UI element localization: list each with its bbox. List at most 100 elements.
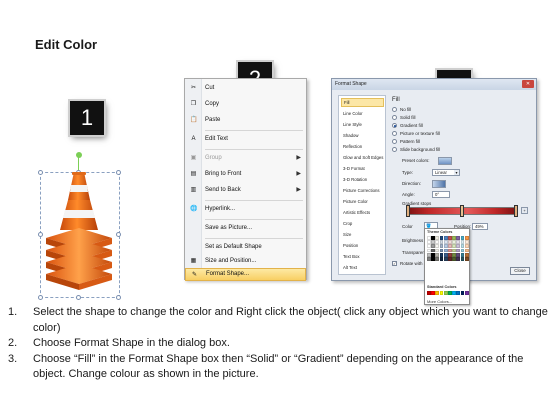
nav-item-reflection[interactable]: Reflection <box>341 142 384 151</box>
no-fill-radio[interactable] <box>392 107 397 112</box>
type-value: Linear <box>435 170 447 175</box>
nav-item-alt-text[interactable]: Alt Text <box>341 263 384 272</box>
slide-background-fill-label: Slide background fill <box>400 147 441 152</box>
preset-colors-label: Preset colors: <box>402 158 430 163</box>
menu-item-size-and-position[interactable]: ▦ Size and Position... <box>185 255 306 268</box>
instruction-text: Select the shape to change the color and… <box>33 306 548 334</box>
menu-item-save-as-picture[interactable]: Save as Picture... <box>185 222 306 235</box>
menu-item-send-to-back[interactable]: ▥ Send to Back ▶ <box>185 184 306 197</box>
theme-colors-grid <box>427 236 469 261</box>
instruction-number: 3. <box>8 352 18 365</box>
nav-item-text-box[interactable]: Text Box <box>341 252 384 261</box>
direction-label: Direction: <box>402 181 422 186</box>
preset-colors-button[interactable] <box>438 157 452 165</box>
nav-item-picture-color[interactable]: Picture Color <box>341 197 384 206</box>
send-back-icon: ▥ <box>190 187 197 193</box>
gradient-stop[interactable] <box>514 205 518 217</box>
dialog-title: Format Shape <box>335 81 367 87</box>
nav-item-3d-rotation[interactable]: 3-D Rotation <box>341 175 384 184</box>
menu-label: Bring to Front <box>205 171 242 177</box>
fill-heading: Fill <box>392 97 400 103</box>
gradient-stop-selected[interactable] <box>460 205 464 217</box>
submenu-arrow-icon: ▶ <box>296 155 301 161</box>
color-swatch[interactable] <box>464 256 469 261</box>
nav-item-line-color[interactable]: Line Color <box>341 109 384 118</box>
menu-separator <box>205 238 303 239</box>
instruction-item: 2. Choose Format Shape in the dialog box… <box>8 336 553 352</box>
selected-cone-shape[interactable] <box>38 150 123 300</box>
gradient-fill-radio[interactable] <box>392 123 397 128</box>
menu-item-copy[interactable]: ❐ Copy <box>185 98 306 111</box>
nav-item-line-style[interactable]: Line Style <box>341 120 384 129</box>
picture-fill-radio[interactable] <box>392 131 397 136</box>
menu-label: Send to Back <box>205 187 241 193</box>
instruction-item: 3. Choose “Fill” in the Format Shape box… <box>8 352 553 383</box>
nav-item-crop[interactable]: Crop <box>341 219 384 228</box>
size-position-icon: ▦ <box>190 258 197 264</box>
menu-label: Hyperlink... <box>205 206 236 212</box>
submenu-arrow-icon: ▶ <box>296 171 301 177</box>
traffic-cone-icon <box>46 172 112 290</box>
pattern-fill-radio[interactable] <box>392 139 397 144</box>
color-swatch[interactable] <box>464 291 469 295</box>
pattern-fill-label: Pattern fill <box>400 139 421 144</box>
menu-separator <box>205 130 303 131</box>
menu-label: Paste <box>205 117 221 123</box>
close-icon[interactable]: ✕ <box>522 80 534 88</box>
menu-label: Copy <box>205 101 220 107</box>
nav-item-position[interactable]: Position <box>341 241 384 250</box>
nav-item-shadow[interactable]: Shadow <box>341 131 384 140</box>
picture-fill-label: Picture or texture fill <box>400 131 440 136</box>
nav-item-artistic-effects[interactable]: Artistic Effects <box>341 208 384 217</box>
more-colors-link[interactable]: More Colors... <box>427 299 452 304</box>
menu-separator <box>205 219 303 220</box>
dialog-titlebar[interactable]: Format Shape ✕ <box>332 79 536 90</box>
menu-item-edit-text[interactable]: A Edit Text <box>185 133 306 146</box>
dialog-nav: Fill Line Color Line Style Shadow Reflec… <box>338 95 386 275</box>
menu-item-cut[interactable]: ✂ Cut <box>185 82 306 95</box>
instruction-text: Choose “Fill” in the Format Shape box th… <box>33 352 524 381</box>
menu-item-paste[interactable]: 📋 Paste <box>185 114 306 127</box>
brightness-label: Brightness <box>402 238 424 243</box>
menu-item-hyperlink[interactable]: 🌐 Hyperlink... <box>185 203 306 216</box>
nav-item-3d-format[interactable]: 3-D Format <box>341 164 384 173</box>
menu-label: Set as Default Shape <box>205 244 262 250</box>
standard-colors-grid <box>427 291 469 295</box>
color-label: Color <box>402 224 413 229</box>
menu-item-group[interactable]: ▣ Group ▶ <box>185 152 306 165</box>
position-spinner[interactable]: 49% <box>472 223 488 230</box>
direction-button[interactable] <box>432 180 446 188</box>
angle-value: 0° <box>435 192 440 197</box>
nav-item-fill[interactable]: Fill <box>341 98 384 107</box>
paste-icon: 📋 <box>190 117 198 123</box>
position-value: 49% <box>475 224 484 229</box>
rotate-with-shape-checkbox[interactable]: ✓ <box>392 261 397 266</box>
gradient-stop[interactable] <box>406 205 410 217</box>
group-icon: ▣ <box>190 155 197 161</box>
angle-spinner[interactable]: 0° <box>432 191 450 198</box>
nav-item-glow[interactable]: Glow and Soft Edges <box>341 153 384 162</box>
instruction-item: 1. Select the shape to change the color … <box>8 305 553 336</box>
chevron-down-icon: ▾ <box>454 170 459 175</box>
menu-label: Edit Text <box>205 136 228 142</box>
context-menu: ✂ Cut ❐ Copy 📋 Paste A Edit Text ▣ Group… <box>184 78 307 281</box>
solid-fill-radio[interactable] <box>392 115 397 120</box>
theme-colors-label: Theme Colors <box>427 230 453 234</box>
instruction-text: Choose Format Shape in the dialog box. <box>33 337 230 349</box>
nav-item-size[interactable]: Size <box>341 230 384 239</box>
close-button[interactable]: Close <box>510 267 530 275</box>
nav-item-picture-corrections[interactable]: Picture Corrections <box>341 186 384 195</box>
menu-item-format-shape[interactable]: ✎ Format Shape... <box>185 268 306 281</box>
menu-label: Size and Position... <box>205 258 257 264</box>
scissors-icon: ✂ <box>190 85 197 91</box>
menu-item-bring-to-front[interactable]: ▤ Bring to Front ▶ <box>185 168 306 181</box>
standard-colors-label: Standard Colors <box>427 285 457 289</box>
color-palette-dropdown: Theme Colors Standard Colors More Colors… <box>424 228 470 305</box>
instructions-list: 1. Select the shape to change the color … <box>8 305 553 383</box>
menu-label: Group <box>205 155 222 161</box>
menu-item-set-default-shape[interactable]: Set as Default Shape <box>185 241 306 254</box>
add-stop-button[interactable]: + <box>521 207 528 214</box>
slide-background-fill-radio[interactable] <box>392 147 397 152</box>
menu-label: Cut <box>205 85 215 91</box>
type-dropdown[interactable]: Linear ▾ <box>432 169 460 176</box>
